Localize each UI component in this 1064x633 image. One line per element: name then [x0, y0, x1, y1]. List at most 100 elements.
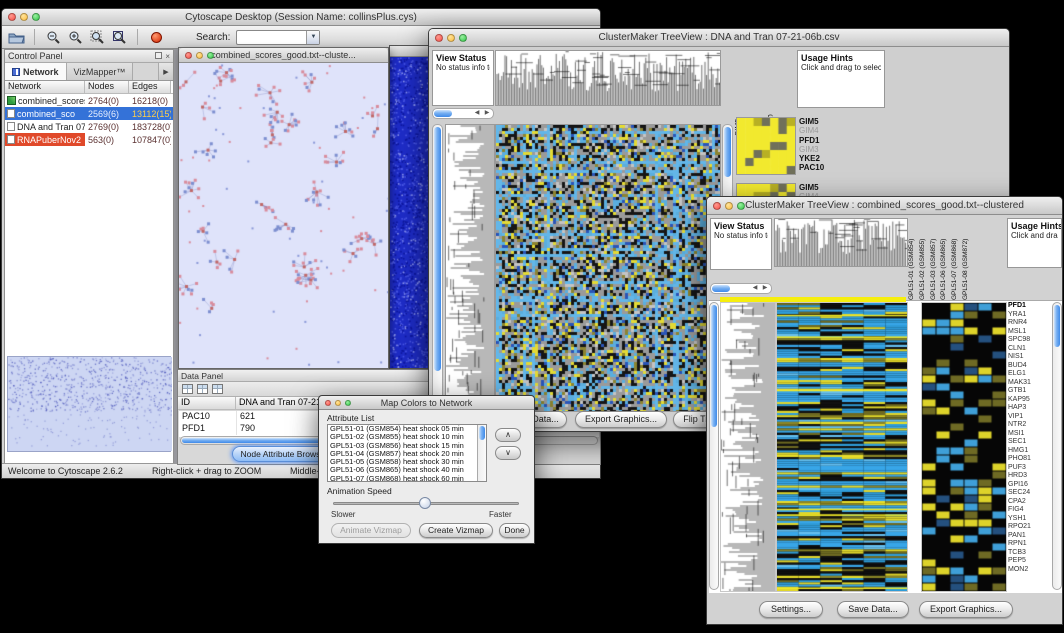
gene-label[interactable]: BUD4	[1008, 362, 1052, 371]
slider-thumb[interactable]	[419, 497, 431, 509]
gene-label[interactable]: PEP5	[1008, 557, 1052, 566]
network-list-row[interactable]: RNAPuberNov2 563(0) 107847(0)	[5, 133, 173, 146]
network-view-titlebar[interactable]: combined_scores_good.txt--cluste...	[179, 48, 388, 63]
settings-button[interactable]: Settings...	[759, 601, 823, 618]
zoom-in-button[interactable]	[65, 28, 85, 47]
gene-label[interactable]: MAK31	[1008, 379, 1052, 388]
combo-arrow-icon[interactable]: ▼	[306, 31, 319, 44]
treeview1-vscrollbar[interactable]	[432, 124, 443, 410]
treeview2-zoom-vscrollbar[interactable]	[1052, 302, 1062, 590]
network-canvas[interactable]	[179, 63, 388, 368]
scroll-left-icon[interactable]: ◀	[472, 109, 482, 118]
column-header[interactable]: ID	[178, 397, 236, 410]
minimize-button[interactable]	[335, 400, 341, 406]
gene-label[interactable]: GPI16	[1008, 481, 1052, 490]
select-attributes-icon[interactable]	[182, 384, 193, 394]
gene-label[interactable]: ELG1	[1008, 370, 1052, 379]
dialog-titlebar[interactable]: Map Colors to Network	[319, 396, 534, 410]
gene-label[interactable]: RPN1	[1008, 540, 1052, 549]
gene-label[interactable]: HAP3	[1008, 404, 1052, 413]
minimize-button[interactable]	[20, 13, 28, 21]
column-header[interactable]: Network	[5, 81, 85, 93]
treeview1-zoom-matrix[interactable]	[737, 118, 795, 174]
gene-label[interactable]: YRA1	[1008, 311, 1052, 320]
treeview2-column-dendrogram[interactable]	[775, 219, 907, 266]
create-attribute-icon[interactable]	[197, 384, 208, 394]
network-overview-panel[interactable]	[7, 356, 171, 452]
gene-label[interactable]: HMG1	[1008, 447, 1052, 456]
export-graphics-button[interactable]: Export Graphics...	[919, 601, 1013, 618]
network-list-row[interactable]: combined_scores 2764(0) 16218(0)	[5, 94, 173, 107]
float-panel-icon[interactable]	[155, 52, 162, 59]
column-header[interactable]: Edges	[129, 81, 171, 93]
gene-label[interactable]: NIS1	[1008, 353, 1052, 362]
zoom-button[interactable]	[207, 52, 214, 59]
search-input[interactable]: ▼	[236, 30, 320, 45]
close-button[interactable]	[185, 52, 192, 59]
scrollbar-thumb[interactable]	[1054, 305, 1060, 347]
treeview2-vscrollbar[interactable]	[709, 302, 719, 590]
close-button[interactable]	[435, 34, 443, 42]
treeview1-heatmap[interactable]	[496, 125, 720, 411]
save-data-button[interactable]: Save Data...	[837, 601, 909, 618]
minimize-button[interactable]	[196, 52, 203, 59]
zoom-button[interactable]	[459, 34, 467, 42]
scrollbar-thumb[interactable]	[479, 426, 485, 440]
treeview1-titlebar[interactable]: ClusterMaker TreeView : DNA and Tran 07-…	[429, 29, 1009, 47]
gene-label[interactable]: TCB3	[1008, 549, 1052, 558]
treeview2-titlebar[interactable]: ClusterMaker TreeView : combined_scores_…	[707, 197, 1062, 215]
export-graphics-button[interactable]: Export Graphics...	[575, 411, 667, 428]
gene-label[interactable]: SPC98	[1008, 336, 1052, 345]
attribute-list[interactable]: GPL51-01 (GSM854) heat shock 05 minGPL51…	[327, 424, 487, 482]
treeview2-heatmap[interactable]	[777, 303, 907, 591]
zoom-button[interactable]	[32, 13, 40, 21]
gene-label[interactable]: RNR4	[1008, 319, 1052, 328]
scroll-right-icon[interactable]: ▶	[760, 284, 770, 293]
gene-label[interactable]: MON2	[1008, 566, 1052, 575]
minimize-button[interactable]	[725, 202, 733, 210]
treeview2-row-dendrogram[interactable]	[721, 303, 775, 591]
gene-label[interactable]: PHO81	[1008, 455, 1052, 464]
gene-label[interactable]: MSL1	[1008, 328, 1052, 337]
treeview1-mini-hscrollbar[interactable]: ◀ ▶	[432, 108, 494, 119]
zoom-button[interactable]	[345, 400, 351, 406]
gene-label[interactable]: RPO21	[1008, 523, 1052, 532]
scrollbar-thumb[interactable]	[712, 285, 730, 292]
column-header[interactable]: Nodes	[85, 81, 129, 93]
treeview1-column-dendrogram[interactable]	[496, 51, 720, 105]
network-list-row[interactable]: DNA and Tran 07 2769(0) 183728(0)	[5, 120, 173, 133]
gene-label[interactable]: PFD1	[1008, 302, 1052, 311]
close-button[interactable]	[325, 400, 331, 406]
scrollbar-thumb[interactable]	[434, 110, 452, 117]
gene-label[interactable]: MSI1	[1008, 430, 1052, 439]
network-overview-canvas[interactable]	[8, 357, 172, 451]
network-list-row[interactable]: combined_sco 2569(6) 13112(15)	[5, 107, 173, 120]
gene-label[interactable]: PAN1	[1008, 532, 1052, 541]
create-vizmap-button[interactable]: Create Vizmap	[419, 523, 493, 538]
move-up-button[interactable]: ∧	[495, 428, 521, 442]
zoom-fit-button[interactable]	[109, 28, 129, 47]
gene-label[interactable]: SEC1	[1008, 438, 1052, 447]
zoom-button[interactable]	[737, 202, 745, 210]
open-session-button[interactable]	[6, 28, 26, 47]
gene-label[interactable]: GTB1	[1008, 387, 1052, 396]
delete-attribute-icon[interactable]	[212, 384, 223, 394]
tab-vizmapper[interactable]: VizMapper™	[67, 63, 134, 80]
gene-label[interactable]: HRD3	[1008, 472, 1052, 481]
zoom-out-button[interactable]	[43, 28, 63, 47]
gene-label[interactable]: CLN1	[1008, 345, 1052, 354]
gene-label[interactable]: KAP95	[1008, 396, 1052, 405]
cytoscape-titlebar[interactable]: Cytoscape Desktop (Session Name: collins…	[2, 9, 600, 26]
gene-label[interactable]: FIG4	[1008, 506, 1052, 515]
gene-label[interactable]: YSH1	[1008, 515, 1052, 524]
treeview1-row-dendrogram[interactable]	[446, 125, 494, 411]
animate-vizmap-button[interactable]: Animate Vizmap	[331, 523, 411, 538]
done-button[interactable]: Done	[499, 523, 530, 538]
gene-label[interactable]: SEC24	[1008, 489, 1052, 498]
attribute-item[interactable]: GPL51-07 (GSM868) heat shock 60 min	[328, 475, 486, 482]
gene-label[interactable]: VIP1	[1008, 413, 1052, 422]
gene-label[interactable]: PUF3	[1008, 464, 1052, 473]
minimize-button[interactable]	[447, 34, 455, 42]
scroll-left-icon[interactable]: ◀	[750, 284, 760, 293]
animation-speed-slider[interactable]	[333, 497, 519, 509]
